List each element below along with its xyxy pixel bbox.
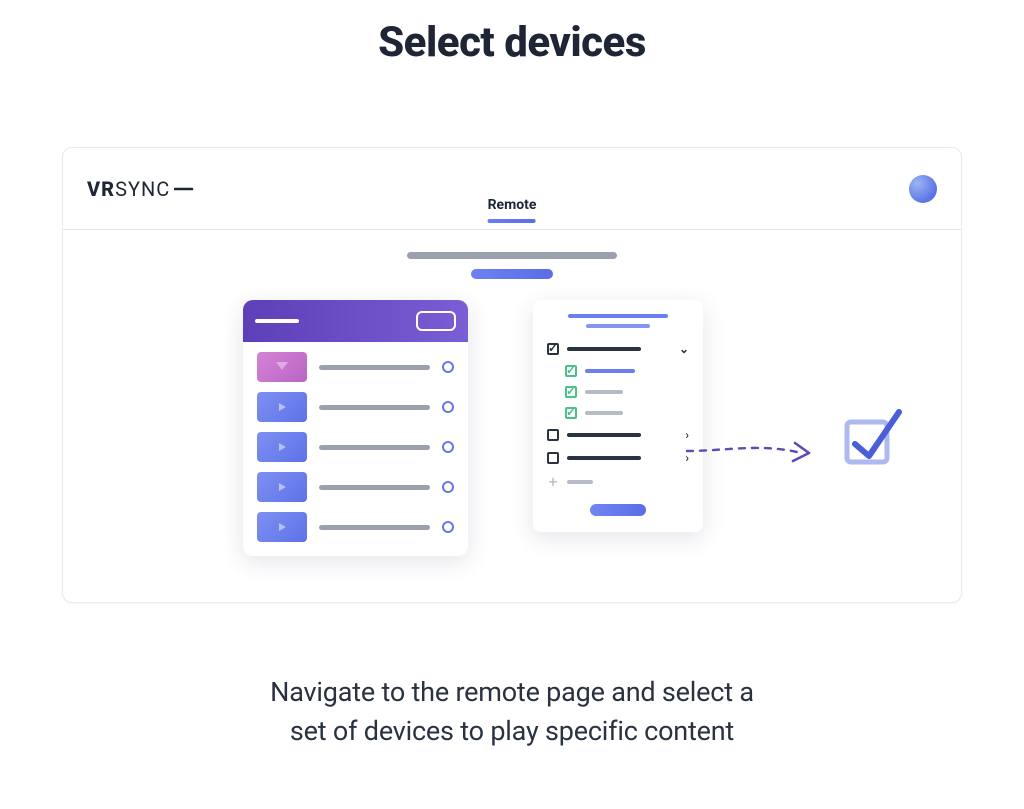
add-row[interactable]: + bbox=[547, 474, 689, 490]
checkbox-icon[interactable] bbox=[565, 365, 577, 377]
row-label bbox=[567, 456, 641, 460]
radio-icon[interactable] bbox=[442, 441, 454, 453]
radio-icon[interactable] bbox=[442, 361, 454, 373]
content-label bbox=[319, 485, 430, 490]
plus-icon[interactable]: + bbox=[547, 474, 559, 490]
header-placeholder bbox=[407, 252, 617, 279]
thumbnail-icon bbox=[257, 432, 307, 462]
row-label bbox=[567, 433, 641, 437]
content-row[interactable] bbox=[257, 512, 454, 542]
illustration-stage: VRSYNC Remote bbox=[62, 147, 962, 603]
placeholder-bar bbox=[407, 252, 617, 259]
row-label bbox=[567, 480, 593, 484]
panel-action-button[interactable] bbox=[590, 504, 646, 516]
tab-underline bbox=[488, 219, 536, 223]
placeholder-pill bbox=[471, 269, 553, 279]
active-tab[interactable]: Remote bbox=[488, 197, 537, 223]
row-label bbox=[585, 369, 635, 373]
device-row[interactable] bbox=[547, 386, 689, 398]
page-title: Select devices bbox=[378, 18, 646, 67]
content-label bbox=[319, 525, 430, 530]
header-line bbox=[255, 319, 299, 323]
radio-icon[interactable] bbox=[442, 521, 454, 533]
thumbnail-icon bbox=[257, 392, 307, 422]
tab-label: Remote bbox=[488, 197, 537, 213]
content-row[interactable] bbox=[257, 392, 454, 422]
chevron-down-icon[interactable]: ⌄ bbox=[679, 342, 689, 356]
content-label bbox=[319, 405, 430, 410]
content-row[interactable] bbox=[257, 472, 454, 502]
row-label bbox=[585, 390, 623, 394]
logo: VRSYNC bbox=[87, 177, 200, 201]
big-check-icon bbox=[841, 402, 911, 472]
caption-line: set of devices to play specific content bbox=[270, 712, 754, 751]
checkbox-icon[interactable] bbox=[547, 429, 559, 441]
app-body: ⌄ bbox=[63, 230, 961, 602]
checkbox-icon[interactable] bbox=[565, 386, 577, 398]
thumbnail-icon bbox=[257, 512, 307, 542]
thumbnail-icon bbox=[257, 472, 307, 502]
logo-vr: VR bbox=[87, 177, 115, 201]
thumbnail-icon bbox=[257, 352, 307, 382]
content-panel-header bbox=[243, 300, 468, 342]
header-box bbox=[416, 311, 456, 331]
logo-loop-icon bbox=[174, 177, 200, 201]
row-label bbox=[585, 411, 623, 415]
checkbox-icon[interactable] bbox=[565, 407, 577, 419]
group-row[interactable]: › bbox=[547, 451, 689, 465]
dashed-arrow-icon bbox=[683, 435, 823, 475]
avatar[interactable] bbox=[909, 175, 937, 203]
device-row[interactable] bbox=[547, 407, 689, 419]
group-row[interactable]: › bbox=[547, 428, 689, 442]
row-label bbox=[567, 347, 641, 351]
app-header: VRSYNC Remote bbox=[63, 148, 961, 230]
content-panel bbox=[243, 300, 468, 556]
panel-title-line bbox=[568, 314, 668, 318]
content-label bbox=[319, 365, 430, 370]
content-label bbox=[319, 445, 430, 450]
caption-line: Navigate to the remote page and select a bbox=[270, 673, 754, 712]
content-row[interactable] bbox=[257, 352, 454, 382]
panel-subtitle-line bbox=[586, 324, 650, 328]
radio-icon[interactable] bbox=[442, 481, 454, 493]
group-row[interactable]: ⌄ bbox=[547, 342, 689, 356]
device-row[interactable] bbox=[547, 365, 689, 377]
checkbox-icon[interactable] bbox=[547, 343, 559, 355]
devices-panel: ⌄ bbox=[533, 300, 703, 532]
caption: Navigate to the remote page and select a… bbox=[270, 673, 754, 751]
checkbox-icon[interactable] bbox=[547, 452, 559, 464]
logo-sync: SYNC bbox=[115, 177, 170, 201]
radio-icon[interactable] bbox=[442, 401, 454, 413]
content-row[interactable] bbox=[257, 432, 454, 462]
